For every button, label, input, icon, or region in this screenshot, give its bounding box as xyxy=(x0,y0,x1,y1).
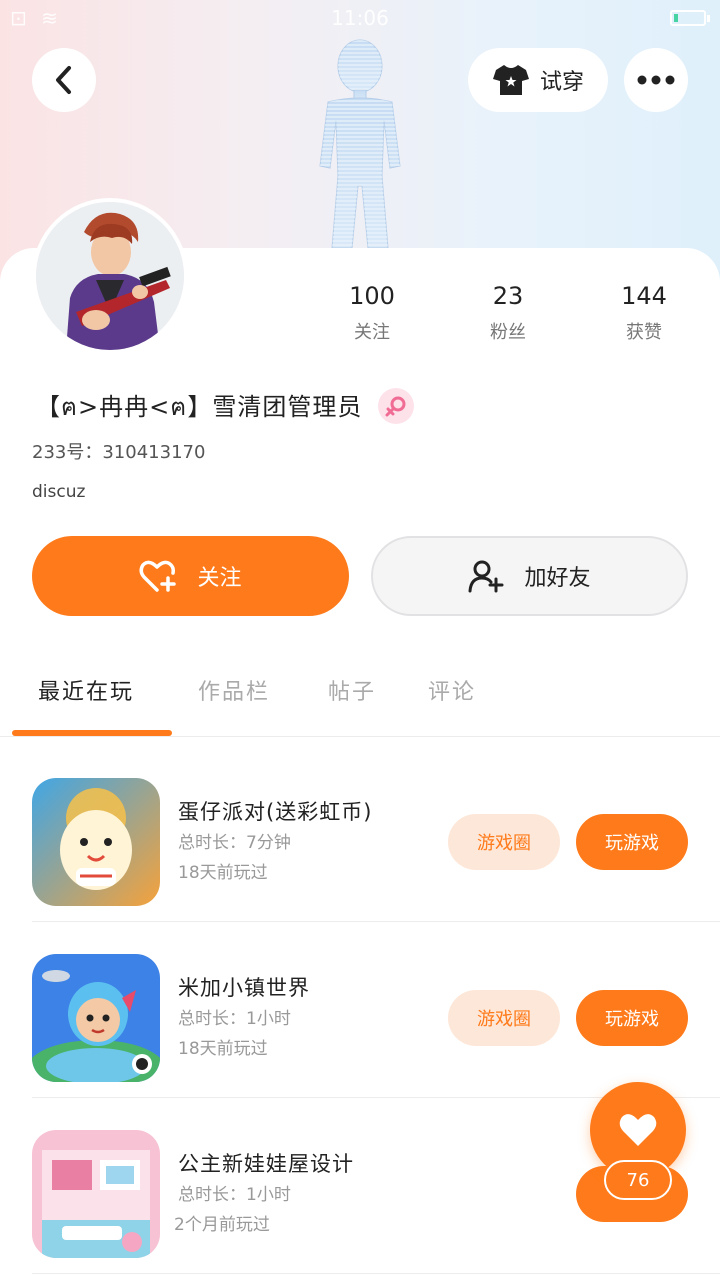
add-friend-label: 加好友 xyxy=(524,566,591,591)
follow-button[interactable]: 关注 xyxy=(32,536,349,616)
game-circle-button[interactable]: 游戏圈 xyxy=(448,990,560,1046)
profile-name: 【ฅ>冉冉<ฅ】雪清团管理员 xyxy=(36,392,363,421)
female-gender-badge xyxy=(378,388,415,424)
profile-tabs: 最近在玩 作品栏 帖子 评论 xyxy=(0,660,720,738)
game-duration: 总时长：7分钟 xyxy=(178,833,291,853)
game-icon-dollhouse xyxy=(32,1130,160,1258)
game-list-item[interactable]: 米加小镇世界 总时长：1小时 18天前玩过 游戏圈 玩游戏 xyxy=(32,922,720,1098)
following-label: 关注 xyxy=(354,322,390,343)
stat-fans[interactable]: 23 粉丝 xyxy=(448,282,568,344)
game-last-played: 18天前玩过 xyxy=(178,1039,268,1059)
tab-works[interactable]: 作品栏 xyxy=(198,674,270,706)
game-circle-button[interactable]: 游戏圈 xyxy=(448,814,560,870)
game-last-played: 2个月前玩过 xyxy=(174,1215,270,1235)
tshirt-icon xyxy=(492,65,529,95)
stat-likes[interactable]: 144 获赞 xyxy=(584,282,704,344)
status-time: 11:06 xyxy=(331,6,389,30)
user-bio: discuz xyxy=(32,482,86,502)
play-game-button[interactable]: 玩游戏 xyxy=(576,990,688,1046)
add-user-icon xyxy=(468,560,504,593)
fans-label: 粉丝 xyxy=(490,322,526,343)
game-icon-eggy-party xyxy=(32,778,160,906)
play-game-button[interactable]: 玩游戏 xyxy=(576,814,688,870)
game-duration: 总时长：1小时 xyxy=(178,1009,291,1029)
try-on-label: 试穿 xyxy=(539,70,584,95)
tabs-divider xyxy=(0,736,720,737)
fans-count: 23 xyxy=(492,282,524,310)
game-title: 米加小镇世界 xyxy=(178,976,310,1000)
tab-posts[interactable]: 帖子 xyxy=(328,674,376,706)
likes-count: 144 xyxy=(621,282,667,310)
stat-following[interactable]: 100 关注 xyxy=(312,282,432,344)
avatar[interactable] xyxy=(32,198,188,354)
likes-label: 获赞 xyxy=(626,322,662,343)
game-icon-miga-town xyxy=(32,954,160,1082)
game-last-played: 18天前玩过 xyxy=(178,863,268,883)
add-friend-button[interactable]: 加好友 xyxy=(371,536,688,616)
avatar-illustration xyxy=(36,202,184,350)
heart-plus-icon xyxy=(139,560,177,592)
like-count-badge: 76 xyxy=(604,1160,672,1200)
row-divider xyxy=(32,1273,720,1274)
try-on-button[interactable]: 试穿 xyxy=(468,48,608,112)
back-button[interactable] xyxy=(32,48,96,112)
more-options-button[interactable] xyxy=(624,48,688,112)
tab-comments[interactable]: 评论 xyxy=(428,674,476,706)
hologram-avatar-figure xyxy=(319,39,401,248)
female-symbol-icon xyxy=(385,396,406,417)
follow-label: 关注 xyxy=(197,566,242,591)
heart-icon xyxy=(619,1114,657,1146)
game-title: 蛋仔派对(送彩虹币) xyxy=(178,800,373,824)
game-list-item[interactable]: 蛋仔派对(送彩虹币) 总时长：7分钟 18天前玩过 游戏圈 玩游戏 xyxy=(32,746,720,922)
more-dots-icon xyxy=(637,75,675,85)
battery-icon xyxy=(670,10,710,26)
profile-name-row: 【ฅ>冉冉<ฅ】雪清团管理员 xyxy=(36,386,415,426)
following-count: 100 xyxy=(349,282,395,310)
chevron-left-icon xyxy=(56,66,71,94)
user-id: 233号：310413170 xyxy=(32,442,206,463)
status-bar: ⊡ ≋ 11:06 xyxy=(0,0,720,36)
game-duration: 总时长：1小时 xyxy=(178,1185,291,1205)
tab-recently-played[interactable]: 最近在玩 xyxy=(38,674,134,706)
game-title: 公主新娃娃屋设计 xyxy=(178,1152,354,1176)
